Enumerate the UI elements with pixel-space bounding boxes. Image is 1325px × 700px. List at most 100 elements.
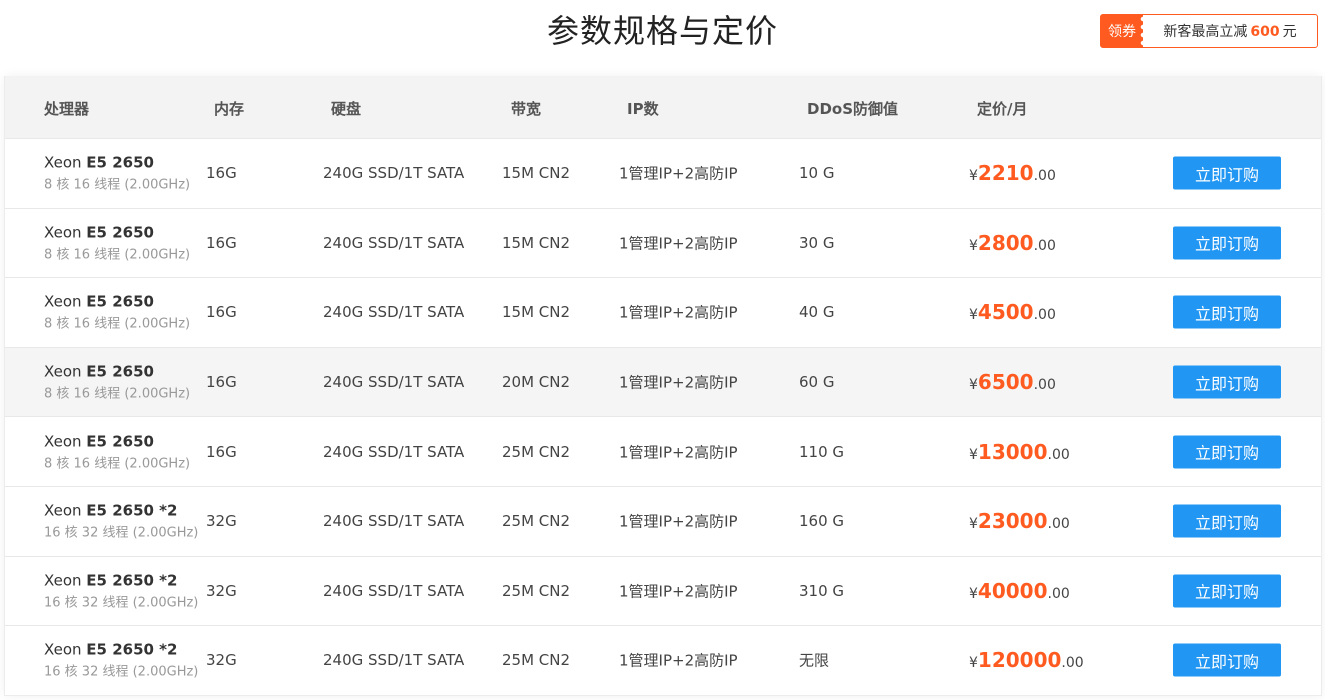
price-symbol: ¥ xyxy=(969,307,978,324)
cpu-detail: 8 核 16 线程 (2.00GHz) xyxy=(44,247,191,263)
table-row: Xeon E5 2650 *2 16 核 32 线程 (2.00GHz) 32G… xyxy=(5,555,1321,626)
price-decimal: .00 xyxy=(1047,585,1070,602)
coupon-text: 新客最高立减 600 元 xyxy=(1143,21,1317,41)
memory-cell: 16G xyxy=(206,233,237,252)
table-header: 处理器 内存 硬盘 带宽 IP数 DDoS防御值 定价/月 xyxy=(5,76,1321,138)
cpu-name: Xeon E5 2650 *2 xyxy=(44,641,198,659)
header-cpu: 处理器 xyxy=(44,100,90,118)
disk-cell: 240G SSD/1T SATA xyxy=(323,303,465,322)
ip-cell: 1管理IP+2高防IP xyxy=(619,582,738,601)
price-symbol: ¥ xyxy=(969,446,978,463)
coupon-unit: 元 xyxy=(1282,24,1297,40)
ip-cell: 1管理IP+2高防IP xyxy=(619,443,738,462)
cpu-name: Xeon E5 2650 xyxy=(44,223,190,241)
table-row: Xeon E5 2650 8 核 16 线程 (2.00GHz) 16G 240… xyxy=(5,138,1321,208)
cpu-cell: Xeon E5 2650 *2 16 核 32 线程 (2.00GHz) xyxy=(44,571,198,610)
cpu-detail: 16 核 32 线程 (2.00GHz) xyxy=(44,525,199,541)
ddos-cell: 160 G xyxy=(799,512,845,531)
cpu-brand: Xeon xyxy=(44,571,82,590)
pricing-table: 处理器 内存 硬盘 带宽 IP数 DDoS防御值 定价/月 Xeon E5 26… xyxy=(4,76,1322,696)
ip-cell: 1管理IP+2高防IP xyxy=(619,373,738,392)
table-row: Xeon E5 2650 8 核 16 线程 (2.00GHz) 16G 240… xyxy=(5,207,1321,278)
order-button[interactable]: 立即订购 xyxy=(1173,295,1281,329)
bandwidth-cell: 25M CN2 xyxy=(502,651,571,670)
cpu-brand: Xeon xyxy=(44,640,82,659)
ddos-cell: 40 G xyxy=(799,303,835,322)
order-button[interactable]: 立即订购 xyxy=(1173,156,1281,190)
bandwidth-cell: 15M CN2 xyxy=(502,303,571,322)
cpu-detail: 8 核 16 线程 (2.00GHz) xyxy=(44,316,191,332)
cpu-name: Xeon E5 2650 xyxy=(44,432,190,450)
cpu-name: Xeon E5 2650 xyxy=(44,293,190,311)
header-ddos: DDoS防御值 xyxy=(807,100,899,118)
ddos-cell: 无限 xyxy=(799,651,830,670)
price-symbol: ¥ xyxy=(969,585,978,602)
price-cell: ¥13000.00 xyxy=(969,440,1070,464)
price-cell: ¥6500.00 xyxy=(969,370,1056,394)
table-row: Xeon E5 2650 8 核 16 线程 (2.00GHz) 16G 240… xyxy=(5,416,1321,486)
cpu-cell: Xeon E5 2650 8 核 16 线程 (2.00GHz) xyxy=(44,363,190,402)
order-button[interactable]: 立即订购 xyxy=(1173,226,1281,260)
cpu-cell: Xeon E5 2650 8 核 16 线程 (2.00GHz) xyxy=(44,293,190,332)
cpu-brand: Xeon xyxy=(44,292,82,311)
cpu-cell: Xeon E5 2650 8 核 16 线程 (2.00GHz) xyxy=(44,432,190,471)
ip-cell: 1管理IP+2高防IP xyxy=(619,512,738,531)
cpu-model: E5 2650 xyxy=(86,432,154,451)
price-decimal: .00 xyxy=(1033,237,1056,254)
cpu-brand: Xeon xyxy=(44,362,82,381)
price-cell: ¥23000.00 xyxy=(969,509,1070,533)
table-row: Xeon E5 2650 8 核 16 线程 (2.00GHz) 16G 240… xyxy=(5,277,1321,347)
coupon-tag[interactable]: 领券 xyxy=(1101,15,1147,47)
price-value: 23000 xyxy=(977,509,1048,534)
disk-cell: 240G SSD/1T SATA xyxy=(323,233,465,252)
price-decimal: .00 xyxy=(1033,307,1056,324)
price-value: 4500 xyxy=(977,300,1034,325)
disk-cell: 240G SSD/1T SATA xyxy=(323,442,465,461)
order-button[interactable]: 立即订购 xyxy=(1173,574,1281,608)
price-cell: ¥40000.00 xyxy=(969,579,1070,603)
cpu-brand: Xeon xyxy=(44,432,82,451)
table-row: Xeon E5 2650 8 核 16 线程 (2.00GHz) 16G 240… xyxy=(5,346,1321,417)
cpu-model: E5 2650 xyxy=(86,362,154,381)
order-button[interactable]: 立即订购 xyxy=(1173,643,1281,677)
cpu-name: Xeon E5 2650 xyxy=(44,363,190,381)
price-symbol: ¥ xyxy=(969,377,978,394)
order-button[interactable]: 立即订购 xyxy=(1173,365,1281,399)
memory-cell: 16G xyxy=(206,373,237,392)
price-symbol: ¥ xyxy=(969,237,978,254)
cpu-name: Xeon E5 2650 *2 xyxy=(44,502,198,520)
memory-cell: 16G xyxy=(206,442,237,461)
price-cell: ¥4500.00 xyxy=(969,300,1056,324)
price-value: 2210 xyxy=(977,161,1034,186)
coupon-banner[interactable]: 领券 新客最高立减 600 元 xyxy=(1100,14,1318,48)
disk-cell: 240G SSD/1T SATA xyxy=(323,373,465,392)
price-decimal: .00 xyxy=(1047,446,1070,463)
cpu-model: E5 2650 xyxy=(86,292,154,311)
cpu-brand: Xeon xyxy=(44,223,82,242)
ip-cell: 1管理IP+2高防IP xyxy=(619,651,738,670)
memory-cell: 32G xyxy=(206,512,237,531)
cpu-detail: 16 核 32 线程 (2.00GHz) xyxy=(44,595,199,611)
order-button[interactable]: 立即订购 xyxy=(1173,435,1281,469)
cpu-brand: Xeon xyxy=(44,153,82,172)
ddos-cell: 30 G xyxy=(799,233,835,252)
bandwidth-cell: 20M CN2 xyxy=(502,373,571,392)
bandwidth-cell: 25M CN2 xyxy=(502,512,571,531)
price-value: 40000 xyxy=(977,578,1048,603)
cpu-model: E5 2650 xyxy=(86,153,154,172)
bandwidth-cell: 25M CN2 xyxy=(502,442,571,461)
price-value: 6500 xyxy=(977,370,1034,395)
price-value: 13000 xyxy=(977,439,1048,464)
memory-cell: 16G xyxy=(206,164,237,183)
header-disk: 硬盘 xyxy=(331,100,362,118)
cpu-model: E5 2650 xyxy=(86,223,154,242)
ip-cell: 1管理IP+2高防IP xyxy=(619,303,738,322)
bandwidth-cell: 25M CN2 xyxy=(502,581,571,600)
coupon-amount: 600 xyxy=(1250,24,1280,40)
ddos-cell: 110 G xyxy=(799,442,845,461)
order-button[interactable]: 立即订购 xyxy=(1173,504,1281,538)
cpu-brand: Xeon xyxy=(44,501,82,520)
cpu-name: Xeon E5 2650 xyxy=(44,154,190,172)
price-cell: ¥120000.00 xyxy=(969,648,1084,672)
cpu-cell: Xeon E5 2650 8 核 16 线程 (2.00GHz) xyxy=(44,223,190,262)
